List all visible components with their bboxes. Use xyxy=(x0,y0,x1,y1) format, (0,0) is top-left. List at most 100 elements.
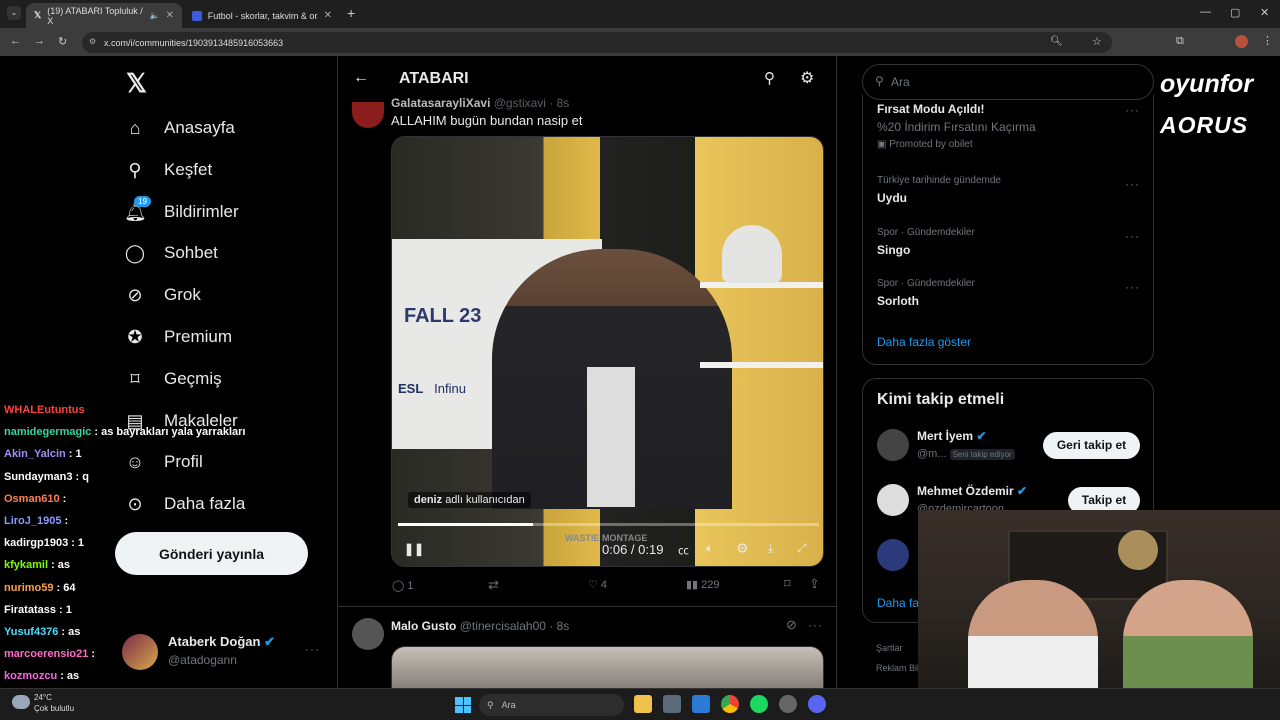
video-progress-fill xyxy=(398,523,533,526)
like-count: 4 xyxy=(600,579,608,591)
sidebar-item-premium[interactable]: ✪ Premium xyxy=(124,322,232,352)
account-more-icon[interactable]: ··· xyxy=(305,642,320,656)
video-progress-track[interactable] xyxy=(398,523,819,526)
search-icon[interactable]: ⚲ xyxy=(764,69,775,87)
sidebar-item-explore[interactable]: ⚲ Keşfet xyxy=(124,155,212,185)
pip-icon[interactable]: ⤓ xyxy=(768,541,773,556)
trend-item[interactable]: Spor · Gündemdekiler Sorloth xyxy=(877,278,975,308)
trend-item[interactable]: Türkiye tarihinde gündemde Uydu xyxy=(877,175,1001,205)
grok-icon[interactable]: ⊘ xyxy=(786,617,797,633)
user-name: Mert İyem ✔ xyxy=(917,429,987,443)
avatar xyxy=(352,102,384,128)
chrome-icon[interactable] xyxy=(721,695,739,713)
tweet[interactable]: GalatasarayliXavi @gstixavi · 8s ALLAHIM… xyxy=(338,96,836,607)
extensions-icon[interactable]: ⧉ xyxy=(1176,35,1184,48)
sidebar-item-bookmarks[interactable]: ⌑ Geçmiş xyxy=(124,364,221,394)
volume-icon[interactable]: 🔈︎ xyxy=(706,541,713,556)
x-logo-icon[interactable]: 𝕏 xyxy=(126,68,147,99)
maximize-icon[interactable]: ▢ xyxy=(1230,6,1240,19)
tweet-text: ALLAHIM bugün bundan nasip et xyxy=(391,113,583,128)
show-more-link[interactable]: Daha fa xyxy=(877,596,919,610)
chat-message: Sundayman3: q xyxy=(4,471,89,483)
view-count: 229 xyxy=(701,579,720,591)
more-icon[interactable]: ··· xyxy=(1125,177,1140,191)
reply-button[interactable]: ◯ 1 xyxy=(392,579,414,592)
more-icon[interactable]: ··· xyxy=(1125,103,1140,117)
close-window-icon[interactable]: ✕ xyxy=(1260,6,1269,19)
tweet-media[interactable] xyxy=(391,646,824,688)
sidebar-item-home[interactable]: ⌂ Anasayfa xyxy=(124,113,235,143)
chat-text: : 64 xyxy=(56,581,76,594)
pause-icon[interactable]: ❚❚ xyxy=(404,542,424,556)
tweet[interactable]: Malo Gusto @tinercisalah00 · 8s ⊘ ··· xyxy=(338,608,836,688)
store-icon[interactable] xyxy=(663,695,681,713)
footer-link[interactable]: Şartlar xyxy=(876,643,903,653)
follow-back-button[interactable]: Geri takip et xyxy=(1043,432,1140,459)
chat-message: WHALEutuntus xyxy=(4,404,88,416)
promo-trend[interactable]: Fırsat Modu Açıldı! %20 İndirim Fırsatın… xyxy=(877,102,1137,150)
profile-avatar-icon[interactable] xyxy=(1235,35,1248,48)
retweet-icon[interactable]: ⇄ xyxy=(488,577,499,593)
tab-list-icon[interactable]: ⌄ xyxy=(7,6,21,20)
back-arrow-icon[interactable]: ← xyxy=(353,69,369,87)
forward-icon[interactable]: → xyxy=(34,35,45,47)
video-tag[interactable]: deniz adlı kullanıcıdan xyxy=(408,492,531,508)
tab-x-community[interactable]: 𝕏 (19) ATABARI Topluluk / X 🔈 ✕ xyxy=(26,3,182,28)
captions-icon[interactable]: ㏄ xyxy=(678,542,689,558)
bookmark-star-icon[interactable]: ☆ xyxy=(1092,35,1102,48)
reload-icon[interactable]: ↻ xyxy=(58,35,67,48)
speaker-icon[interactable]: 🔈 xyxy=(150,11,160,20)
discord-icon[interactable] xyxy=(808,695,826,713)
browser-menu-icon[interactable]: ⋮ xyxy=(1262,34,1273,47)
sponsor-logo-oyunfor: oyunfor xyxy=(1160,70,1254,98)
search-input[interactable]: Ara xyxy=(891,75,910,89)
back-icon[interactable]: ← xyxy=(10,35,21,47)
spotify-icon[interactable] xyxy=(750,695,768,713)
show-more-link[interactable]: Daha fazla göster xyxy=(877,335,971,349)
footer-link[interactable]: Reklam Bil xyxy=(876,663,919,673)
close-tab-icon[interactable]: ✕ xyxy=(324,10,332,21)
page-title: ATABARI xyxy=(399,70,469,87)
sidebar-item-label: Keşfet xyxy=(164,160,213,179)
sidebar-item-notifications[interactable]: 🔔︎ 19 Bildirimler xyxy=(124,195,239,227)
bookmark-icon[interactable]: ⌑ xyxy=(784,576,791,592)
trend-item[interactable]: Spor · Gündemdekiler Singo xyxy=(877,227,975,257)
chat-message: namidegermagic: as bayrakları yala yarra… xyxy=(4,426,245,438)
app-icon[interactable] xyxy=(779,695,797,713)
video-player[interactable]: FALL 23 ESL Infinu deniz adlı kullanıcıd… xyxy=(391,136,824,567)
taskbar-search[interactable]: ⚲ Ara xyxy=(479,694,624,716)
share-icon[interactable]: ⇪ xyxy=(809,576,820,592)
sidebar-item-chat[interactable]: ◯ Sohbet xyxy=(124,238,218,268)
more-icon[interactable]: ··· xyxy=(808,618,823,632)
tab-futbol[interactable]: Futbol - skorlar, takvim & oran ✕ xyxy=(184,3,340,28)
chat-text: : 1 xyxy=(58,603,72,616)
fullscreen-icon[interactable]: ⤢ xyxy=(797,541,807,556)
mail-icon[interactable] xyxy=(692,695,710,713)
minimize-icon[interactable]: — xyxy=(1200,6,1211,18)
chat-message: kozmozcu: as xyxy=(4,670,79,682)
more-icon[interactable]: ··· xyxy=(1125,229,1140,243)
promoted-label: ▣ Promoted by obilet xyxy=(877,139,973,150)
gear-icon[interactable]: ⚙ xyxy=(800,68,814,88)
like-button[interactable]: ♡ 4 xyxy=(588,578,607,591)
views-button[interactable]: ▮▮ 229 xyxy=(686,578,720,591)
more-icon[interactable]: ··· xyxy=(1125,280,1140,294)
weather-icon[interactable] xyxy=(12,695,30,709)
follow-user[interactable]: Mert İyem ✔ @m... Seni takip ediyor Geri… xyxy=(877,429,1142,469)
chat-username: Osman610 xyxy=(4,492,60,505)
settings-icon[interactable]: ⚙ xyxy=(736,540,749,557)
windows-start-icon[interactable] xyxy=(455,697,471,713)
reply-count: 1 xyxy=(407,580,414,592)
sidebar-item-grok[interactable]: ⊘ Grok xyxy=(124,280,200,310)
close-tab-icon[interactable]: ✕ xyxy=(166,10,174,21)
flashscore-icon xyxy=(192,10,202,21)
zoom-icon[interactable]: 🔍︎ xyxy=(1050,36,1063,47)
site-info-icon[interactable]: ⚙ xyxy=(89,37,96,46)
url-field[interactable]: ⚙ x.com/i/communities/190391348591605366… xyxy=(82,32,1112,53)
chat-text: : 1 xyxy=(71,537,85,550)
chat-username: Sundayman3 xyxy=(4,470,73,483)
file-explorer-icon[interactable] xyxy=(634,695,652,713)
grok-icon: ⊘ xyxy=(127,284,143,305)
new-tab-button[interactable]: + xyxy=(347,5,355,21)
video-shirt xyxy=(587,367,635,507)
